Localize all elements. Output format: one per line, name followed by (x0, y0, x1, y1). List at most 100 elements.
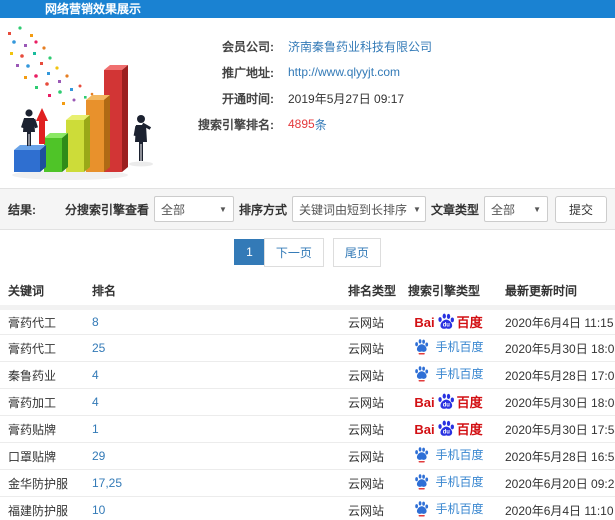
rank-type-cell: 云网站 (340, 442, 400, 470)
keyword-cell: 金华防护服 (0, 469, 84, 497)
ranking-table-body: 膏药代工 8 云网站 Bai du 百度 2020年6月4日 11:15 膏药代… (0, 307, 615, 520)
page-1-button[interactable]: 1 (234, 239, 265, 265)
rank-link[interactable]: 25 (92, 341, 105, 355)
table-row: 福建防护服 10 云网站 手机百度 2020年6月4日 11:10 (0, 496, 615, 520)
engine-type-cell: 手机百度 (400, 469, 497, 497)
rank-link[interactable]: 1 (92, 422, 99, 436)
table-row: 膏药代工 8 云网站 Bai du 百度 2020年6月4日 11:15 (0, 307, 615, 335)
open-time-value: 2019年5月27日 09:17 (288, 91, 405, 106)
member-info-panel: 会员公司: 济南秦鲁药业科技有限公司 推广地址: http://www.qlyy… (170, 18, 615, 188)
sort-select-value: 关键词由短到长排序 (298, 202, 407, 217)
businessman-left-icon (21, 109, 38, 146)
baidu-paw-icon: du (438, 313, 454, 329)
engine-select[interactable]: 全部 ▼ (153, 196, 234, 222)
mobile-baidu-paw-icon (415, 339, 429, 355)
rank-link[interactable]: 29 (92, 449, 105, 463)
keyword-cell: 膏药贴牌 (0, 415, 84, 443)
engine-type-cell: Bai du 百度 (400, 388, 497, 416)
svg-text:du: du (442, 402, 450, 408)
promo-url-label: 推广地址: (222, 65, 274, 80)
header-rank-type: 排名类型 (340, 274, 400, 310)
mobile-baidu-label: 手机百度 (435, 502, 484, 516)
mobile-baidu-label: 手机百度 (435, 448, 484, 462)
updated-time-cell: 2020年5月30日 17:58 (497, 415, 615, 443)
updated-time-cell: 2020年5月30日 18:06 (497, 334, 615, 362)
updated-time-cell: 2020年5月30日 18:03 (497, 388, 615, 416)
sort-filter-label: 排序方式 (238, 202, 287, 217)
rank-link[interactable]: 8 (92, 315, 99, 329)
rank-type-cell: 云网站 (340, 415, 400, 443)
engine-type-cell: 手机百度 (400, 442, 497, 470)
app-header: 网络营销效果展示 (0, 0, 615, 18)
mobile-baidu-logo: 手机百度 (413, 365, 484, 382)
article-type-select-value: 全部 (490, 202, 515, 217)
growth-chart-illustration (0, 18, 170, 188)
businessman-right-icon (133, 115, 152, 161)
marketing-results-page: 网络营销效果展示 会员公司: 济南秦鲁药业科技有限公司 推广地址: http:/… (0, 0, 615, 520)
company-link[interactable]: 济南秦鲁药业科技有限公司 (288, 38, 432, 55)
mobile-baidu-paw-icon (415, 501, 429, 517)
baidu-logo: Bai du 百度 (414, 420, 483, 439)
rank-type-cell: 云网站 (340, 361, 400, 389)
open-time-label: 开通时间: (222, 91, 274, 106)
rank-count-unit: 条 (314, 117, 327, 132)
table-row: 秦鲁药业 4 云网站 手机百度 2020年5月28日 17:02 (0, 361, 615, 389)
baidu-logo-bai-text: Bai (414, 314, 435, 330)
mobile-baidu-logo: 手机百度 (413, 446, 484, 463)
updated-time-cell: 2020年6月4日 11:15 (497, 307, 615, 335)
updated-time-cell: 2020年5月28日 17:02 (497, 361, 615, 389)
rank-link[interactable]: 17,25 (92, 476, 122, 490)
rank-link[interactable]: 10 (92, 503, 105, 517)
filter-bar: 结果: 分搜索引擎查看 全部 ▼ 排序方式 关键词由短到长排序 ▼ 文章类型 全… (0, 188, 615, 230)
promo-url-link[interactable]: http://www.qlyyjt.com (288, 65, 400, 79)
pagination: 1 下一页 尾页 (0, 230, 615, 274)
engine-type-cell: Bai du 百度 (400, 415, 497, 443)
table-header-row: 关键词 排名 排名类型 搜索引擎类型 最新更新时间 (0, 274, 615, 310)
mobile-baidu-label: 手机百度 (435, 367, 484, 381)
info-row-rank-count: 搜索引擎排名: 4895 条 (170, 111, 615, 137)
article-type-label: 文章类型 (430, 202, 479, 217)
engine-filter-label: 分搜索引擎查看 (64, 202, 149, 217)
rank-link[interactable]: 4 (92, 368, 99, 382)
chevron-down-icon: ▼ (219, 204, 227, 214)
baidu-paw-icon: du (438, 393, 454, 409)
result-label: 结果: (8, 202, 36, 217)
baidu-logo-cn-text: 百度 (456, 394, 483, 410)
confetti-decoration (8, 26, 94, 105)
keyword-cell: 福建防护服 (0, 496, 84, 520)
engine-type-cell: 手机百度 (400, 496, 497, 520)
engine-type-cell: 手机百度 (400, 361, 497, 389)
rank-type-cell: 云网站 (340, 469, 400, 497)
rank-type-cell: 云网站 (340, 334, 400, 362)
baidu-logo-cn-text: 百度 (456, 314, 483, 330)
sort-select[interactable]: 关键词由短到长排序 ▼ (291, 196, 426, 222)
rank-type-cell: 云网站 (340, 388, 400, 416)
mobile-baidu-logo: 手机百度 (413, 338, 484, 355)
updated-time-cell: 2020年6月4日 11:10 (497, 496, 615, 520)
info-row-url: 推广地址: http://www.qlyyjt.com (170, 59, 615, 85)
submit-button[interactable]: 提交 (554, 195, 607, 223)
company-label: 会员公司: (222, 39, 274, 54)
bar-yellow (66, 115, 90, 172)
header-engine-type: 搜索引擎类型 (400, 274, 497, 310)
keyword-cell: 口罩贴牌 (0, 442, 84, 470)
mobile-baidu-paw-icon (415, 366, 429, 382)
rank-type-cell: 云网站 (340, 307, 400, 335)
baidu-logo-bai-text: Bai (414, 394, 435, 410)
baidu-logo: Bai du 百度 (414, 393, 483, 412)
updated-time-cell: 2020年6月20日 09:25 (497, 469, 615, 497)
next-page-button[interactable]: 下一页 (263, 237, 324, 267)
baidu-logo-bai-text: Bai (414, 421, 435, 437)
table-row: 口罩贴牌 29 云网站 手机百度 2020年5月28日 16:55 (0, 442, 615, 470)
table-row: 金华防护服 17,25 云网站 手机百度 2020年6月20日 09:25 (0, 469, 615, 497)
article-type-select[interactable]: 全部 ▼ (483, 196, 548, 222)
keyword-cell: 秦鲁药业 (0, 361, 84, 389)
page-title: 网络营销效果展示 (45, 2, 142, 16)
mobile-baidu-label: 手机百度 (435, 340, 484, 354)
rank-count-value: 4895 (288, 117, 315, 131)
rank-link[interactable]: 4 (92, 395, 99, 409)
last-page-button[interactable]: 尾页 (332, 237, 381, 267)
svg-text:du: du (442, 429, 450, 435)
rank-count-label: 搜索引擎排名: (198, 117, 274, 132)
bar-blue (14, 145, 46, 172)
